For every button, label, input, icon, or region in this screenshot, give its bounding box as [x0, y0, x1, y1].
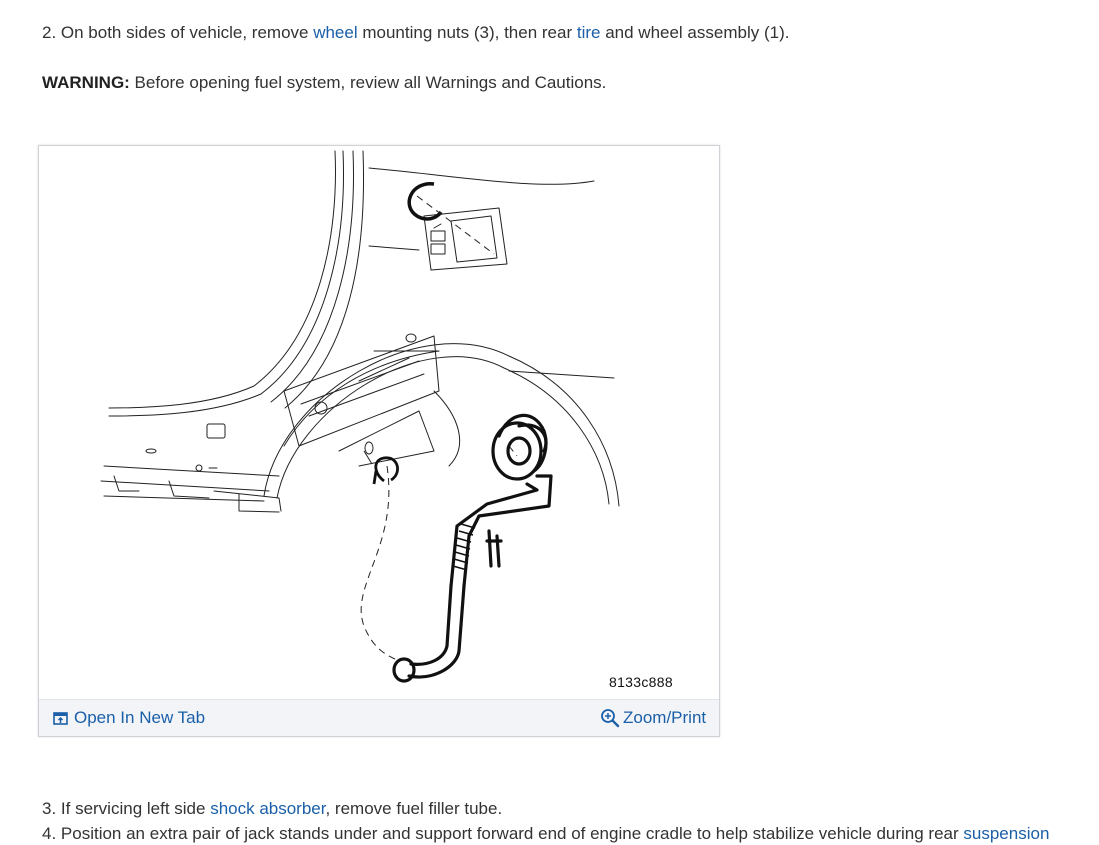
step-3-text: 3. If servicing left side shock absorber… — [42, 798, 502, 820]
warning-body: Before opening fuel system, review all W… — [129, 73, 607, 92]
warning-text: WARNING: Before opening fuel system, rev… — [42, 72, 606, 94]
open-new-tab-label: Open In New Tab — [74, 708, 206, 727]
wheel-link[interactable]: wheel — [313, 23, 357, 42]
suspension-link[interactable]: suspension — [963, 824, 1049, 843]
tire-link[interactable]: tire — [577, 23, 601, 42]
fuel-filler-tube-illustration — [100, 150, 620, 683]
warning-label: WARNING: — [42, 73, 130, 92]
step-2-prefix: 2. On both sides of vehicle, remove — [42, 23, 314, 42]
zoom-print-label: Zoom/Print — [623, 708, 707, 727]
step-2-suffix: and wheel assembly (1). — [600, 23, 790, 42]
figure-code: 8133c888 — [609, 674, 673, 690]
step-4-prefix: 4. Position an extra pair of jack stands… — [42, 824, 964, 843]
open-new-tab-icon — [53, 711, 68, 725]
figure-panel: 8133c888 Open In New Tab Zoom/Print — [38, 145, 720, 737]
step-3-suffix: , remove fuel filler tube. — [325, 799, 503, 818]
figure-toolbar: Open In New Tab Zoom/Print — [39, 699, 719, 736]
step-2-middle: mounting nuts (3), then rear — [357, 23, 577, 42]
step-2-text: 2. On both sides of vehicle, remove whee… — [42, 22, 789, 44]
step-4-text: 4. Position an extra pair of jack stands… — [42, 823, 1049, 845]
open-new-tab-button[interactable]: Open In New Tab — [53, 708, 205, 728]
zoom-icon — [600, 708, 620, 728]
shock-absorber-link[interactable]: shock absorber — [210, 799, 325, 818]
zoom-print-button[interactable]: Zoom/Print — [600, 708, 706, 728]
step-3-prefix: 3. If servicing left side — [42, 799, 211, 818]
